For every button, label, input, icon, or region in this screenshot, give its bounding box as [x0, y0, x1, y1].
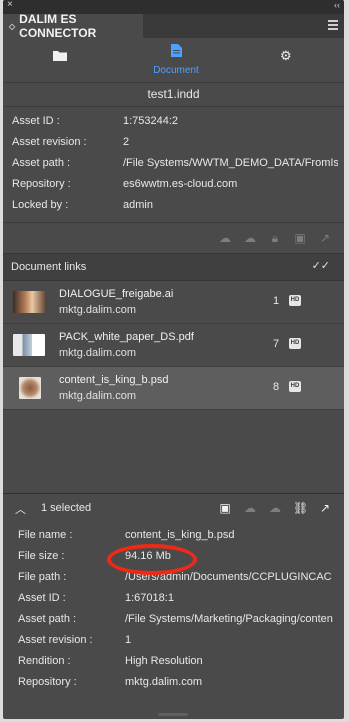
cloud-upload-filled-icon[interactable]: ☁ [218, 231, 232, 245]
detail-row: Repository : mktg.dalim.com [18, 676, 203, 688]
chevron-up-icon[interactable]: ︿ [15, 501, 26, 517]
thumbnail-image [19, 377, 41, 399]
detail-row: Asset path :/File Systems/Marketing/Pack… [18, 613, 333, 625]
detail-row: Asset ID :1:67018:1 [18, 592, 174, 604]
document-view-button[interactable]: Document [151, 44, 201, 76]
detail-row: Rendition : High Resolution [18, 655, 203, 667]
asset-info-row: Asset revision :2 [12, 136, 130, 148]
panel-tab[interactable]: ◇ DALIM ES CONNECTOR [3, 12, 143, 40]
list-item[interactable]: DIALOGUE_freigabe.ai mktg.dalim.com 1 HD [3, 281, 344, 324]
resize-grip[interactable] [158, 713, 188, 716]
thumbnail-image [13, 334, 45, 356]
folder-icon [53, 51, 67, 61]
asset-info-row: Locked by : admin [12, 199, 153, 211]
document-filename: test1.indd [3, 83, 344, 107]
detail-row: File path :/Users/admin/Documents/CCPLUG… [18, 571, 332, 583]
panel-titlebar: ◇ DALIM ES CONNECTOR [3, 12, 344, 40]
lock-icon[interactable]: 🔒︎ [268, 231, 282, 245]
document-icon [170, 44, 182, 57]
select-all-check-icon[interactable]: ✓✓ [312, 259, 330, 272]
folder-view-button[interactable] [53, 48, 67, 66]
document-links-header: Document links ✓✓ [3, 253, 344, 281]
document-actions-toolbar: ☁ ☁ 🔒︎ ▣ ↗ [3, 222, 344, 253]
selection-count: 1 selected [41, 502, 92, 514]
close-window-button[interactable]: × [7, 0, 13, 10]
gear-icon: ⚙ [280, 48, 292, 63]
list-item-selected[interactable]: content_is_king_b.psd mktg.dalim.com 8 H… [3, 367, 344, 410]
hd-badge-icon: HD [289, 338, 301, 349]
view-switcher: Document ⚙ [3, 38, 344, 83]
selection-details: File name : content_is_king_b.psd File si… [3, 525, 344, 693]
thumbnail-image [13, 291, 45, 313]
asset-info-row: Repository : es6wwtm.es-cloud.com [12, 178, 238, 190]
asset-info-row: Asset ID :1:753244:2 [12, 115, 179, 127]
settings-button[interactable]: ⚙ [280, 47, 292, 65]
detail-row: File name : content_is_king_b.psd [18, 529, 235, 541]
selection-header: ︿ 1 selected ▣ ☁ ☁ ⛓ ↗ [3, 493, 344, 522]
document-view-label: Document [153, 65, 199, 76]
detail-row: Asset revision :1 [18, 634, 132, 646]
asset-info-row: Asset path :/File Systems/WWTM_DEMO_DATA… [12, 157, 338, 169]
hd-badge-icon: HD [289, 381, 301, 392]
cloud-download-icon[interactable]: ☁ [243, 501, 257, 515]
panel-menu-icon[interactable] [328, 20, 338, 30]
hd-rendition-icon[interactable]: ▣ [218, 501, 232, 515]
collapse-panel-button[interactable]: ‹‹ [334, 0, 340, 10]
document-links-title: Document links [11, 261, 87, 273]
open-external-icon[interactable]: ↗ [318, 501, 332, 515]
dalim-es-connector-panel: × ‹‹ ◇ DALIM ES CONNECTOR Document ⚙ tes… [3, 0, 344, 719]
reorder-arrows-icon: ◇ [9, 21, 16, 31]
cloud-upload-icon[interactable]: ☁ [268, 501, 282, 515]
cloud-download-icon[interactable]: ☁ [243, 231, 257, 245]
detail-row: File size :94.16 Mb [18, 550, 171, 562]
hd-badge-icon: HD [289, 295, 301, 306]
open-external-icon[interactable]: ↗ [318, 231, 332, 245]
panel-title: DALIM ES CONNECTOR [19, 12, 97, 40]
preview-icon[interactable]: ▣ [293, 231, 307, 245]
document-links-list: DIALOGUE_freigabe.ai mktg.dalim.com 1 HD… [3, 281, 344, 410]
list-item[interactable]: PACK_white_paper_DS.pdf mktg.dalim.com 7… [3, 324, 344, 367]
asset-info: Asset ID :1:753244:2 Asset revision :2 A… [3, 107, 344, 216]
unlink-icon[interactable]: ⛓ [293, 501, 308, 515]
